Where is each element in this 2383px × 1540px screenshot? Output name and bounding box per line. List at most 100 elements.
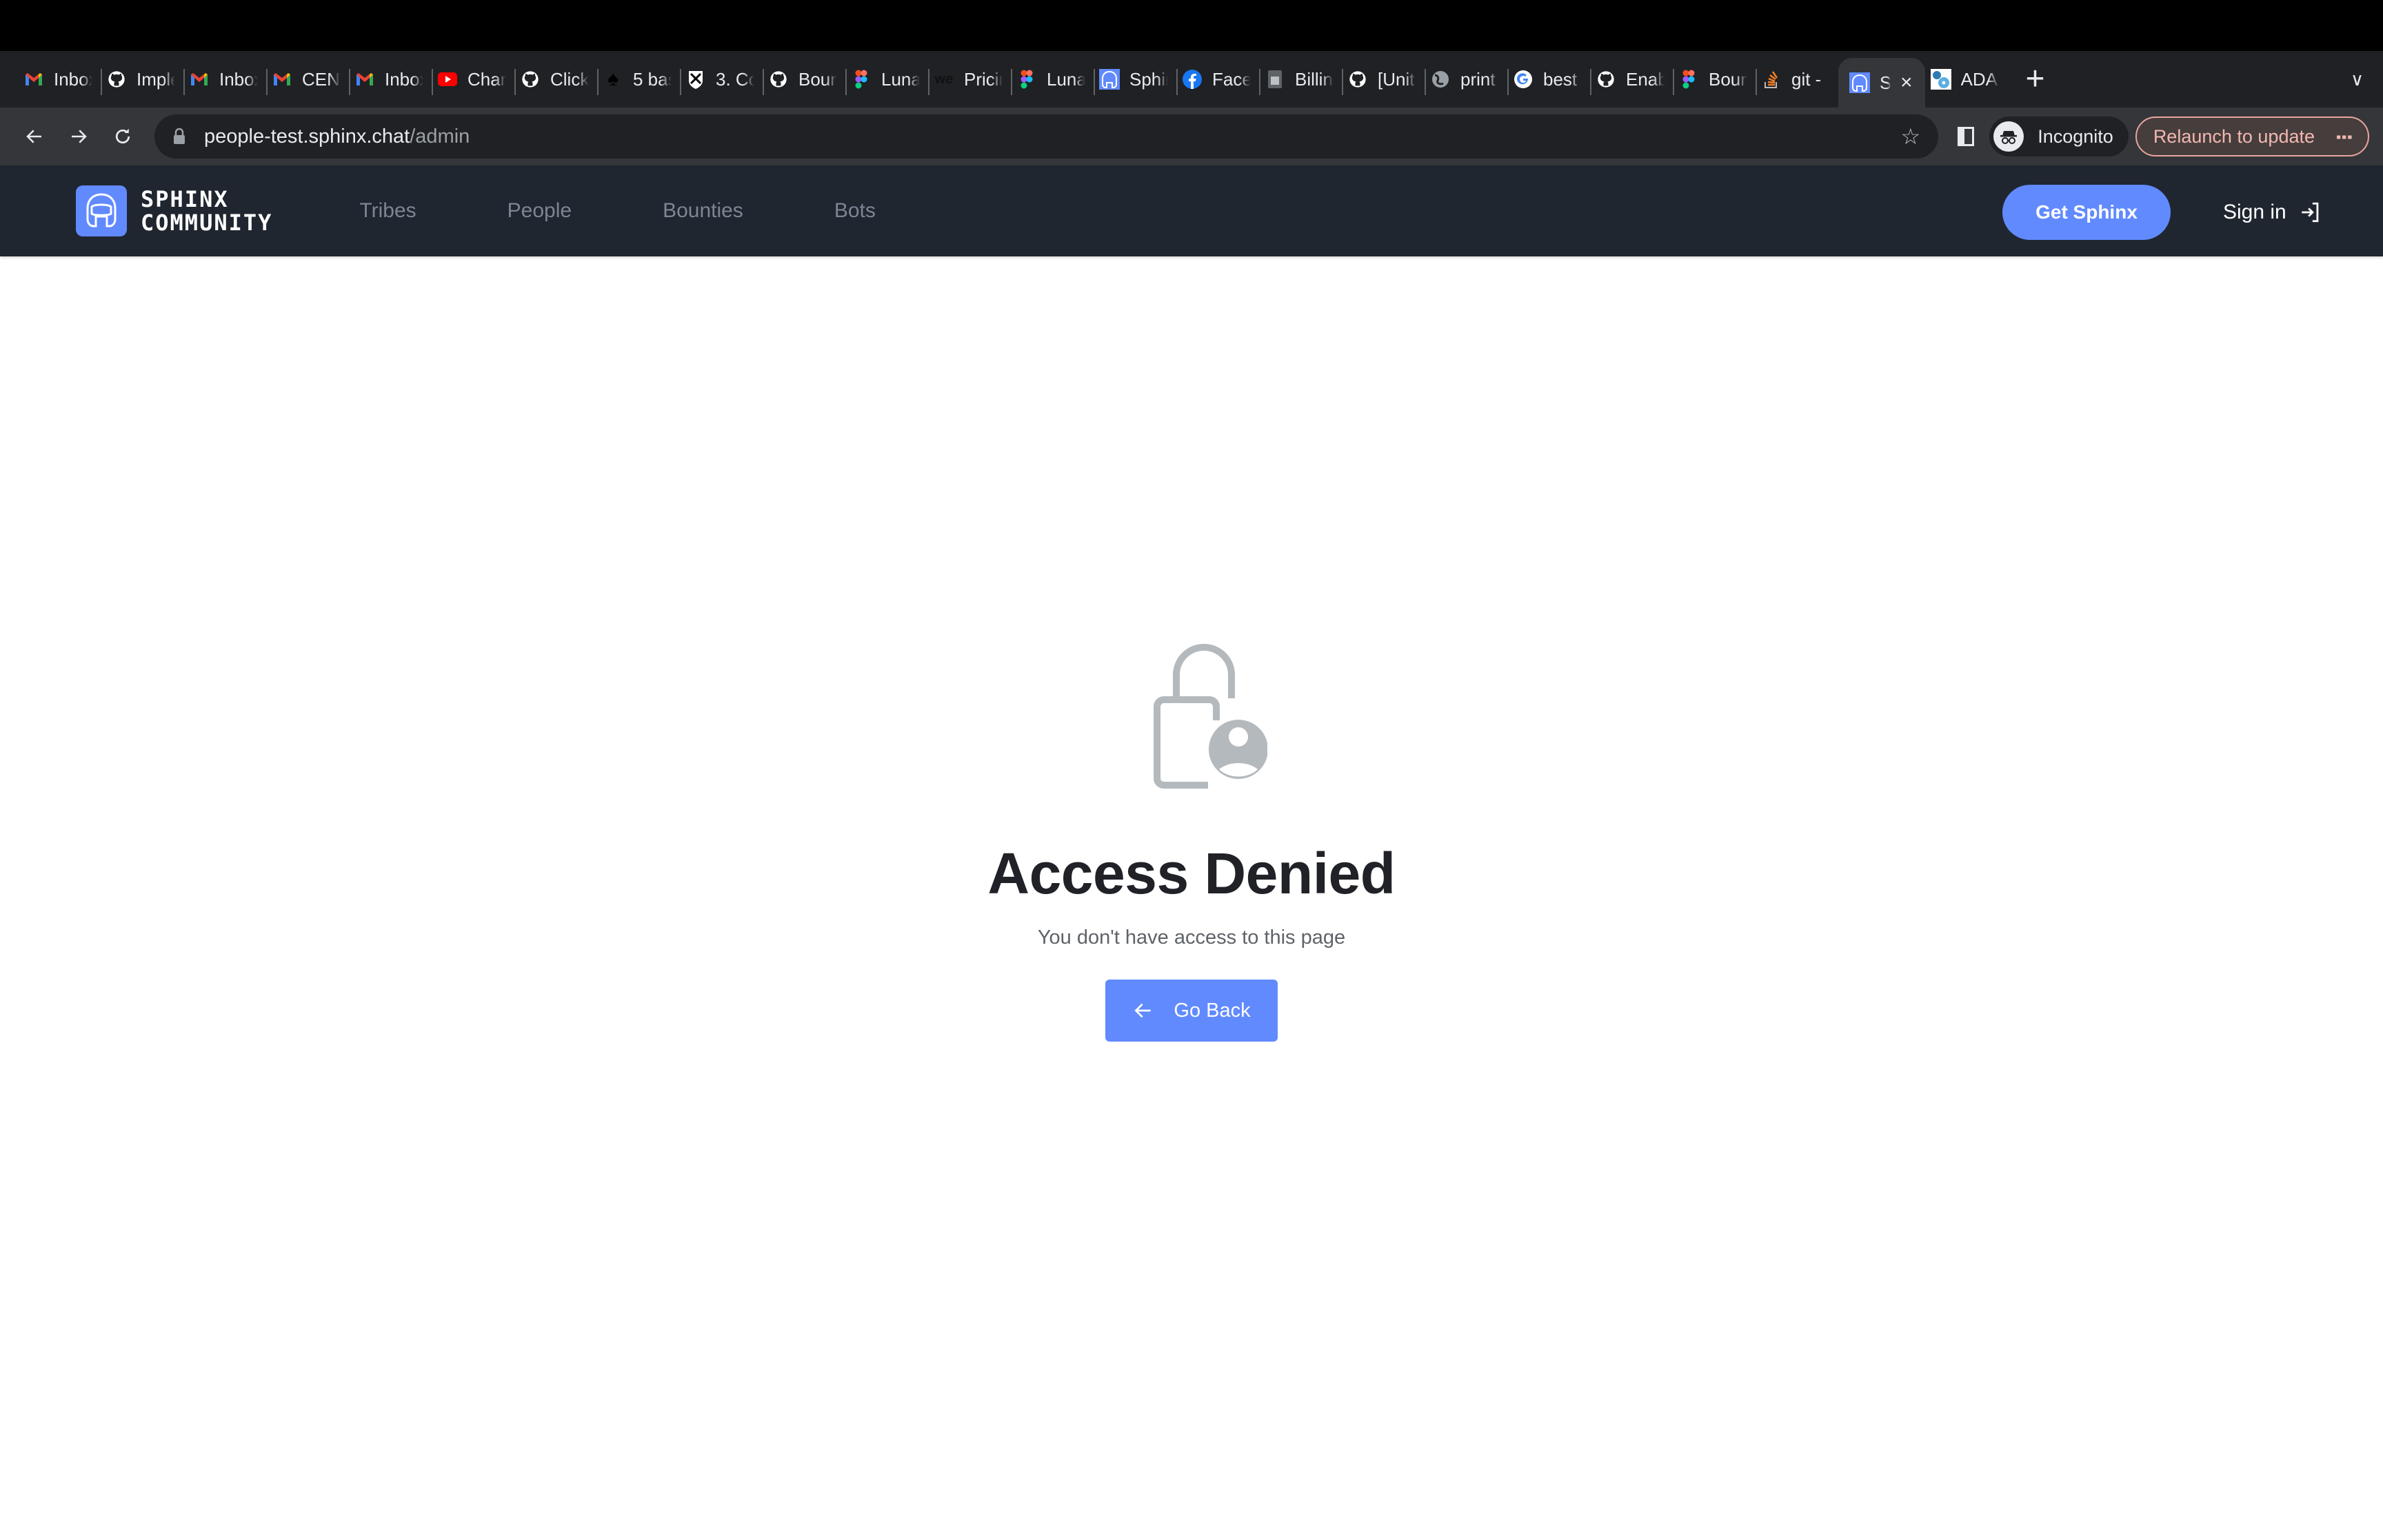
- facebook-icon: [1182, 69, 1203, 90]
- go-back-label: Go Back: [1174, 999, 1251, 1022]
- tab-label: Implement: [137, 68, 175, 90]
- tab[interactable]: Bounties: [763, 51, 845, 108]
- browser-tab-strip: Inbox Implement Inbox CENSUS Inbox Change Clic…: [0, 51, 2383, 108]
- tab[interactable]: CENSUS: [266, 51, 349, 108]
- tab-label: Facebook: [1212, 68, 1251, 90]
- get-sphinx-button[interactable]: Get Sphinx: [2002, 185, 2171, 240]
- page-subtitle: You don't have access to this page: [1037, 926, 1346, 949]
- tab-label: Enable: [1626, 68, 1665, 90]
- tab[interactable]: Facebook: [1176, 51, 1259, 108]
- sphinx-icon: [1099, 69, 1120, 90]
- sphinx-icon: [1849, 72, 1870, 93]
- gmail-icon: [189, 69, 210, 90]
- back-arrow-icon: [1134, 1003, 1152, 1018]
- relaunch-label: Relaunch to update: [2153, 125, 2315, 147]
- tab[interactable]: print: [1425, 51, 1507, 108]
- tab[interactable]: Enable: [1590, 51, 1673, 108]
- tab[interactable]: best: [1507, 51, 1590, 108]
- tab-search-chevron-icon[interactable]: ∨: [2351, 69, 2364, 90]
- gmail-icon: [272, 69, 292, 90]
- tab-label: 3. Co: [716, 68, 754, 90]
- main-nav: Tribes People Bounties Bots: [359, 199, 875, 223]
- access-denied-panel: Access Denied You don't have access to t…: [0, 639, 2383, 1042]
- tab[interactable]: 3. Co: [680, 51, 763, 108]
- tab-label: CENSUS: [302, 68, 341, 90]
- page-title: Access Denied: [987, 841, 1396, 906]
- forward-button[interactable]: [58, 116, 99, 157]
- tab-label: Inbox: [385, 68, 423, 90]
- tab[interactable]: Billing: [1259, 51, 1342, 108]
- tab-label: Luna: [881, 68, 920, 90]
- close-tab-icon[interactable]: ×: [1900, 72, 1913, 93]
- nav-tribes[interactable]: Tribes: [359, 199, 416, 223]
- nav-people[interactable]: People: [507, 199, 572, 223]
- tab[interactable]: Luna: [845, 51, 928, 108]
- brand-line-1: SPHINX: [141, 186, 229, 212]
- tab[interactable]: Inbox: [183, 51, 266, 108]
- os-top-bar: [0, 0, 2383, 51]
- new-tab-button[interactable]: +: [2026, 63, 2045, 96]
- browser-toolbar: people-test.sphinx.chat/admin ☆ Incognit…: [0, 108, 2383, 165]
- tab-label: Click: [550, 68, 589, 90]
- back-button[interactable]: [14, 116, 55, 157]
- tab[interactable]: ♠ 5 bas: [597, 51, 680, 108]
- tab[interactable]: Luna: [1011, 51, 1094, 108]
- kebab-menu-icon: ⋮: [2333, 128, 2355, 145]
- tab[interactable]: Sphinx: [1094, 51, 1176, 108]
- lock-icon: [174, 128, 185, 144]
- tab-label: Billing: [1295, 68, 1334, 90]
- address-bar[interactable]: people-test.sphinx.chat/admin ☆: [154, 114, 1939, 159]
- forward-arrow-icon: [72, 130, 87, 143]
- tab-label: Pricing: [964, 68, 1003, 90]
- lock-user-icon: [1154, 644, 1267, 789]
- side-panel-icon[interactable]: [1958, 127, 1975, 146]
- github-icon: [1596, 69, 1616, 90]
- tab[interactable]: we Pricing: [928, 51, 1011, 108]
- github-icon: [106, 69, 127, 90]
- tab[interactable]: ADA: [1925, 51, 2008, 108]
- sphinx-logo-icon: [76, 185, 127, 236]
- sign-in-button[interactable]: Sign in: [2223, 193, 2322, 232]
- tab-label: ADA: [1960, 68, 1998, 90]
- tab[interactable]: git -: [1756, 51, 1838, 108]
- tab-label: Inbox: [54, 68, 92, 90]
- sign-in-label: Sign in: [2223, 201, 2286, 223]
- nav-bounties[interactable]: Bounties: [663, 199, 743, 223]
- tab-active[interactable]: Sphinx ×: [1838, 58, 1925, 108]
- tab-label: Luna: [1047, 68, 1085, 90]
- go-back-button[interactable]: Go Back: [1105, 980, 1278, 1042]
- tab-label: [Unit: [1378, 68, 1415, 90]
- app-header: SPHINX COMMUNITY Tribes People Bounties …: [0, 165, 2383, 256]
- reload-button[interactable]: [102, 116, 143, 157]
- brand-line-2: COMMUNITY: [141, 210, 273, 236]
- tab[interactable]: Implement: [101, 51, 183, 108]
- tab[interactable]: Inbox: [18, 51, 101, 108]
- bookmark-star-icon[interactable]: ☆: [1901, 123, 1921, 150]
- youtube-icon: [437, 69, 458, 90]
- tab[interactable]: Bounties: [1673, 51, 1756, 108]
- tab-label: best: [1543, 68, 1578, 90]
- tab-label: Inbox: [219, 68, 258, 90]
- tab-label: Bounties: [1709, 68, 1747, 90]
- figma-icon: [851, 69, 872, 90]
- back-arrow-icon: [26, 130, 41, 143]
- tab[interactable]: Inbox: [349, 51, 432, 108]
- billing-icon: [1265, 69, 1285, 90]
- tab[interactable]: [Unit: [1342, 51, 1425, 108]
- page-content: Access Denied You don't have access to t…: [0, 256, 2383, 1540]
- tab[interactable]: Change: [432, 51, 514, 108]
- tab-label: print: [1460, 68, 1496, 90]
- gears-icon: [1930, 69, 1951, 90]
- spade-icon: ♠: [607, 68, 619, 90]
- brand-logo-link[interactable]: SPHINX COMMUNITY: [76, 185, 272, 236]
- stackoverflow-icon: [1761, 69, 1782, 90]
- incognito-badge[interactable]: Incognito: [1989, 116, 2129, 156]
- tab-label: 5 bas: [633, 68, 672, 90]
- tab-label: git -: [1791, 68, 1822, 90]
- figma-icon: [1016, 69, 1037, 90]
- nav-bots[interactable]: Bots: [834, 199, 876, 223]
- relaunch-to-update-button[interactable]: Relaunch to update ⋮: [2135, 116, 2369, 156]
- tab[interactable]: Click: [514, 51, 597, 108]
- globe-icon: [1430, 69, 1451, 90]
- github-icon: [520, 69, 541, 90]
